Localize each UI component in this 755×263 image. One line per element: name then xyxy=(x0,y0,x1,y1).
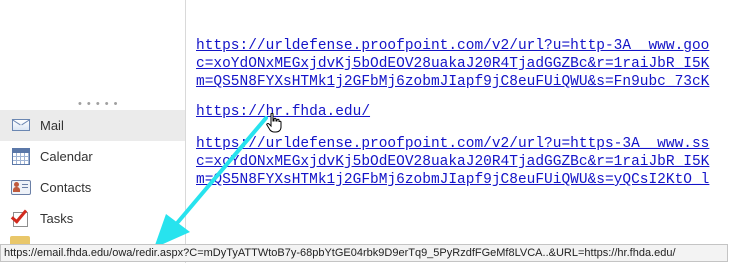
link-line[interactable]: c=xoYdONxMEGxjdvKj5bOdEOV28uakaJ20R4Tjad… xyxy=(196,153,709,171)
status-bar-url: https://email.fhda.edu/owa/redir.aspx?C=… xyxy=(0,244,728,262)
proofpoint-link-2[interactable]: https://urldefense.proofpoint.com/v2/url… xyxy=(196,135,709,189)
hr-link[interactable]: https://hr.fhda.edu/ xyxy=(196,103,370,121)
nav-item-contacts[interactable]: Contacts xyxy=(0,172,185,203)
nav-item-tasks[interactable]: Tasks xyxy=(0,203,185,234)
link-line[interactable]: c=xoYdONxMEGxjdvKj5bOdEOV28uakaJ20R4Tjad… xyxy=(196,55,709,73)
nav-item-label: Tasks xyxy=(40,210,74,226)
nav-item-label: Contacts xyxy=(40,179,92,195)
mail-icon xyxy=(10,116,32,136)
link-line[interactable]: https://urldefense.proofpoint.com/v2/url… xyxy=(196,135,709,153)
nav-item-mail[interactable]: Mail xyxy=(0,110,185,141)
nav-item-label: Calendar xyxy=(40,148,93,164)
link-line[interactable]: https://hr.fhda.edu/ xyxy=(196,103,370,121)
contacts-icon xyxy=(10,178,32,198)
link-line[interactable]: m=QS5N8FYXsHTMk1j2GFbMj6zobmJIapf9jC8euF… xyxy=(196,73,709,91)
nav-item-label: Mail xyxy=(40,117,64,133)
nav-item-calendar[interactable]: Calendar xyxy=(0,141,185,172)
link-line[interactable]: m=QS5N8FYXsHTMk1j2GFbMj6zobmJIapf9jC8euF… xyxy=(196,171,709,189)
tasks-icon xyxy=(10,205,32,229)
calendar-icon xyxy=(10,147,32,167)
navigation-pane: • • • • • Mail Calendar Contacts Tasks xyxy=(0,0,186,263)
proofpoint-link-1[interactable]: https://urldefense.proofpoint.com/v2/url… xyxy=(196,37,709,91)
hand-cursor-icon xyxy=(266,113,282,133)
link-line[interactable]: https://urldefense.proofpoint.com/v2/url… xyxy=(196,37,709,55)
folder-icon[interactable] xyxy=(10,236,30,244)
resize-grip[interactable]: • • • • • xyxy=(78,99,118,110)
